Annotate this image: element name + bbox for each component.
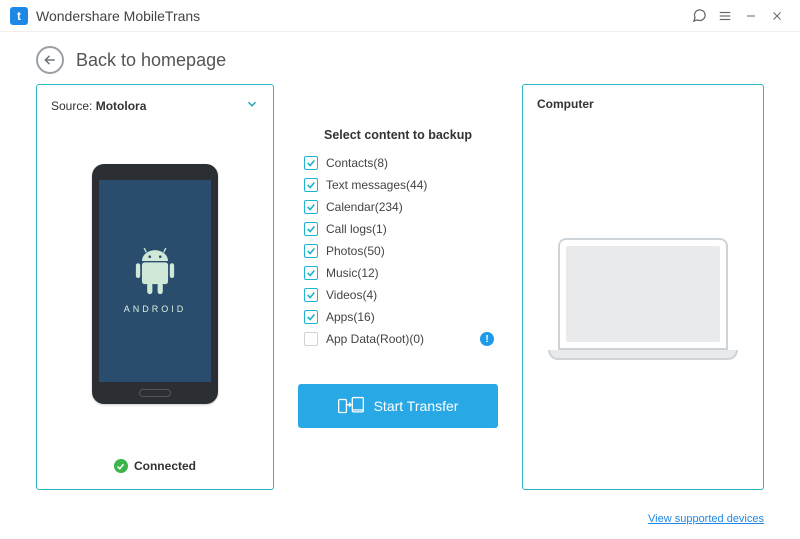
titlebar: t Wondershare MobileTrans bbox=[0, 0, 800, 32]
back-label: Back to homepage bbox=[76, 50, 226, 71]
content-item-label: Call logs(1) bbox=[326, 222, 387, 236]
back-row: Back to homepage bbox=[0, 32, 800, 80]
connected-check-icon bbox=[114, 459, 128, 473]
content-checkbox[interactable] bbox=[304, 178, 318, 192]
content-checkbox[interactable] bbox=[304, 310, 318, 324]
android-label: ANDROID bbox=[124, 304, 187, 314]
content-checkbox[interactable] bbox=[304, 288, 318, 302]
content-list: Contacts(8) Text messages(44) Calendar(234… bbox=[298, 156, 498, 354]
source-card: Source: Motolora bbox=[36, 84, 274, 490]
app-logo-icon: t bbox=[10, 7, 28, 25]
content-title: Select content to backup bbox=[298, 128, 498, 142]
content-item: Apps(16) bbox=[304, 310, 498, 324]
content-item-label: Calendar(234) bbox=[326, 200, 403, 214]
start-transfer-label: Start Transfer bbox=[374, 398, 459, 414]
content-item-label: Contacts(8) bbox=[326, 156, 388, 170]
transfer-icon bbox=[338, 396, 364, 416]
source-device-name: Motolora bbox=[96, 99, 147, 113]
source-prefix: Source: bbox=[51, 99, 96, 113]
content-checkbox[interactable] bbox=[304, 200, 318, 214]
connected-status: Connected bbox=[51, 459, 259, 473]
source-header: Source: Motolora bbox=[51, 97, 259, 114]
content-checkbox[interactable] bbox=[304, 156, 318, 170]
minimize-button[interactable] bbox=[738, 3, 764, 29]
close-button[interactable] bbox=[764, 3, 790, 29]
back-button[interactable] bbox=[36, 46, 64, 74]
content-item: Text messages(44) bbox=[304, 178, 498, 192]
menu-icon[interactable] bbox=[712, 3, 738, 29]
content-checkbox[interactable] bbox=[304, 222, 318, 236]
destination-card: Computer bbox=[522, 84, 764, 490]
content-item: Calendar(234) bbox=[304, 200, 498, 214]
android-icon bbox=[133, 248, 177, 298]
content-checkbox[interactable] bbox=[304, 332, 318, 346]
source-label: Source: Motolora bbox=[51, 99, 146, 113]
phone-home-button-icon bbox=[139, 389, 171, 397]
content-item-label: Text messages(44) bbox=[326, 178, 427, 192]
connected-label: Connected bbox=[134, 459, 196, 473]
content-item: Contacts(8) bbox=[304, 156, 498, 170]
app-title: Wondershare MobileTrans bbox=[36, 8, 200, 24]
start-transfer-button[interactable]: Start Transfer bbox=[298, 384, 498, 428]
content-checkbox[interactable] bbox=[304, 244, 318, 258]
laptop-illustration bbox=[537, 121, 749, 477]
source-dropdown-icon[interactable] bbox=[245, 97, 259, 114]
main-panels: Source: Motolora bbox=[0, 80, 800, 490]
content-item-label: App Data(Root)(0) bbox=[326, 332, 424, 346]
info-icon[interactable]: ! bbox=[480, 332, 494, 346]
content-item: Music(12) bbox=[304, 266, 498, 280]
content-item-label: Photos(50) bbox=[326, 244, 385, 258]
content-item: Photos(50) bbox=[304, 244, 498, 258]
phone-illustration: ANDROID bbox=[51, 124, 259, 443]
content-item-label: Music(12) bbox=[326, 266, 379, 280]
content-item: Call logs(1) bbox=[304, 222, 498, 236]
content-column: Select content to backup Contacts(8) Text… bbox=[298, 84, 498, 490]
content-item: Videos(4) bbox=[304, 288, 498, 302]
feedback-icon[interactable] bbox=[686, 3, 712, 29]
content-item-label: Apps(16) bbox=[326, 310, 375, 324]
supported-devices-link[interactable]: View supported devices bbox=[648, 513, 764, 525]
content-checkbox[interactable] bbox=[304, 266, 318, 280]
destination-label: Computer bbox=[537, 97, 749, 111]
content-item: App Data(Root)(0)! bbox=[304, 332, 498, 346]
content-item-label: Videos(4) bbox=[326, 288, 377, 302]
